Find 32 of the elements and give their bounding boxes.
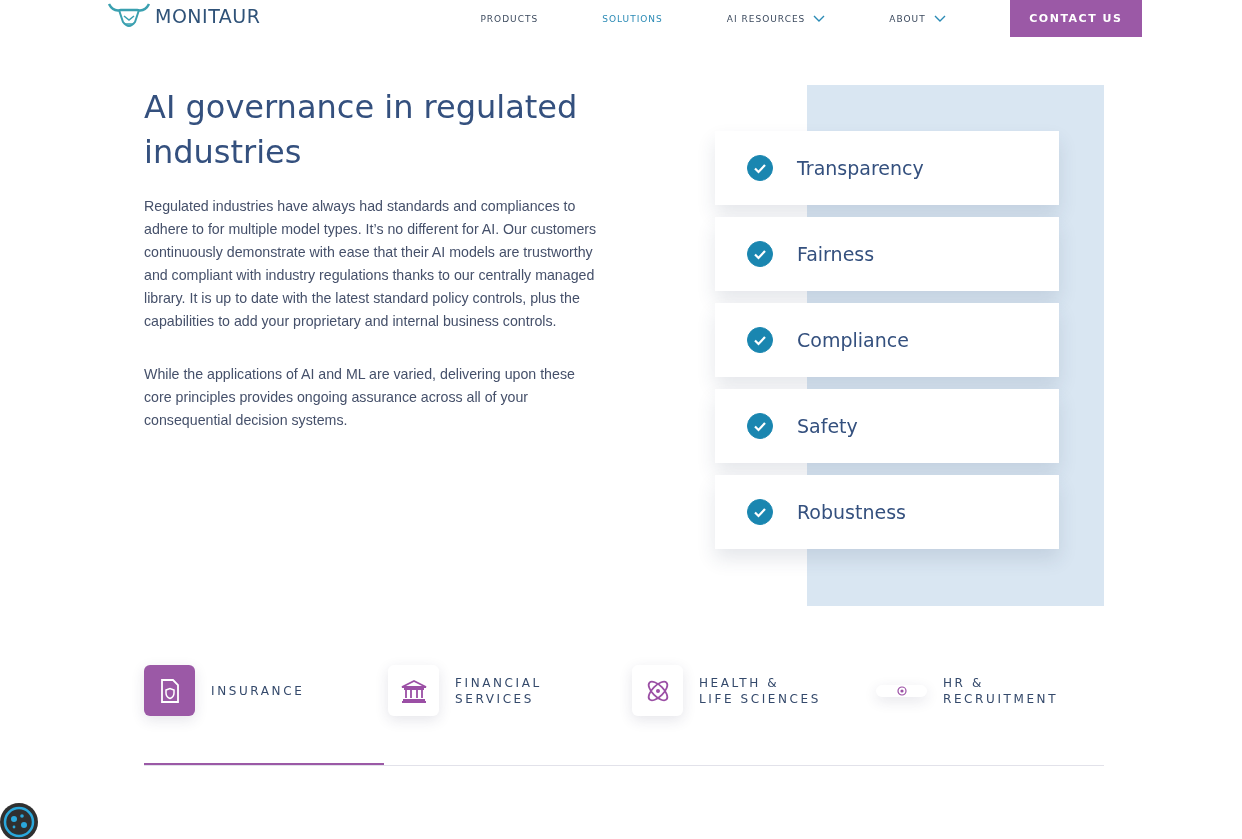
chevron-down-icon (813, 15, 826, 22)
contact-us-button[interactable]: CONTACT US (1009, 0, 1142, 37)
logo-wordmark[interactable]: MONITAUR (155, 4, 261, 27)
cookie-icon (3, 806, 35, 838)
principle-label: Robustness (797, 501, 906, 523)
nav-link[interactable]: SOLUTIONS (602, 13, 663, 24)
principle-label: Transparency (797, 157, 924, 179)
industry-tab[interactable]: HEALTH & LIFE SCIENCES (632, 665, 876, 716)
tab-label: RECRUITMENT (943, 690, 1059, 707)
nav-link[interactable]: PRODUCTS (480, 13, 539, 24)
tab-label: LIFE SCIENCES (699, 690, 821, 707)
nav-link[interactable]: AI RESOURCES (726, 13, 826, 24)
tab-label: FINANCIAL (455, 674, 542, 691)
section-heading: AI governance in regulated industries (144, 87, 579, 173)
tab-label: HEALTH & (699, 674, 781, 691)
industry-tab[interactable]: INSURANCE (144, 665, 388, 716)
tab-label: HR & (943, 674, 985, 691)
tab-label: INSURANCE (211, 682, 305, 699)
target-icon (896, 685, 907, 696)
body-paragraph: While the applications of AI and ML are varied, delivering upon these core principles provides ongoing assurance across all of your consequential decision systems. (144, 365, 576, 430)
tab-label: SERVICES (455, 690, 535, 707)
chevron-down-icon (933, 15, 946, 22)
industry-tab[interactable]: FINANCIAL SERVICES (388, 665, 632, 716)
nav-link[interactable]: ABOUT (889, 13, 946, 24)
bank-icon (399, 678, 428, 703)
shield-document-icon (158, 678, 181, 703)
industry-tab[interactable]: HR & RECRUITMENT (876, 665, 1120, 716)
body-paragraph: Regulated industries have always had standards and compliances to adhere to for multiple model types. It’s no different for AI. Our customers continuously demonstrate with ease that their AI models are trustworthy and compliant with industry regulations thanks to our centrally managed library. It is up to date with the latest standard policy controls, plus the capabilities to add your proprietary and internal business controls. (144, 197, 598, 331)
principle-label: Safety (797, 415, 858, 437)
principle-label: Fairness (797, 243, 875, 265)
principle-label: Compliance (797, 329, 909, 351)
cookie-settings-button[interactable] (0, 803, 38, 839)
